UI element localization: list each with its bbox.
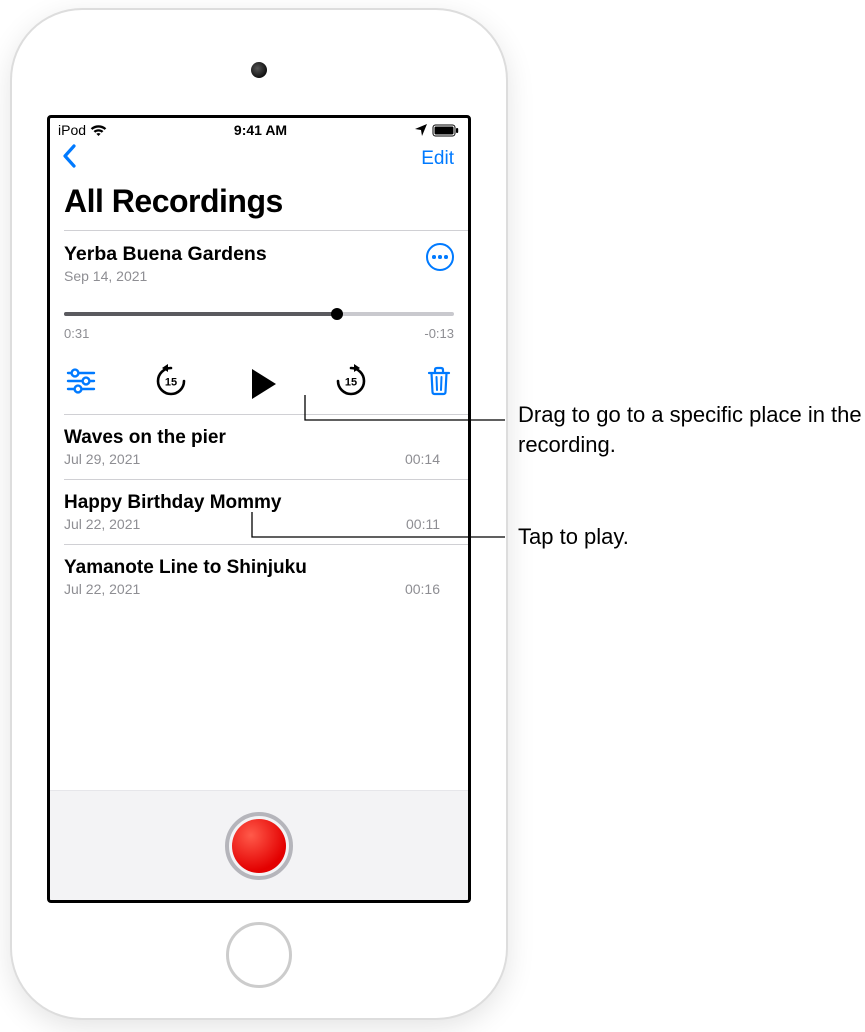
- ipod-device: iPod 9:41 AM Edit All Recordings Yerba B…: [12, 10, 506, 1018]
- callout-play: Tap to play.: [518, 522, 629, 552]
- carrier-label: iPod: [58, 122, 86, 138]
- selected-recording: Yerba Buena Gardens Sep 14, 2021 0:31 -0…: [50, 231, 468, 414]
- recording-title: Waves on the pier: [64, 427, 454, 449]
- record-icon: [232, 819, 286, 873]
- sliders-icon: [66, 368, 96, 394]
- play-button[interactable]: [246, 369, 276, 399]
- screen: iPod 9:41 AM Edit All Recordings Yerba B…: [47, 115, 471, 903]
- skip-forward-button[interactable]: 15: [333, 363, 369, 404]
- recording-duration: 00:11: [406, 516, 440, 532]
- recording-row[interactable]: Happy Birthday Mommy Jul 22, 2021 00:11: [64, 479, 468, 544]
- page-title: All Recordings: [50, 181, 468, 230]
- footer: [50, 790, 468, 900]
- recording-date: Jul 22, 2021: [64, 581, 140, 597]
- skip-forward-15-icon: 15: [333, 363, 369, 399]
- scrubber-fill: [64, 312, 337, 316]
- recording-title: Yamanote Line to Shinjuku: [64, 557, 454, 579]
- recording-row[interactable]: Yamanote Line to Shinjuku Jul 22, 2021 00:…: [64, 544, 468, 609]
- playback-scrubber[interactable]: [64, 306, 454, 322]
- location-icon: [414, 123, 428, 137]
- ellipsis-icon: [432, 255, 436, 259]
- trash-icon: [426, 366, 452, 396]
- record-button[interactable]: [225, 812, 293, 880]
- home-button[interactable]: [226, 922, 292, 988]
- recording-duration: 00:14: [405, 451, 440, 467]
- status-time: 9:41 AM: [234, 122, 287, 138]
- delete-button[interactable]: [426, 366, 452, 401]
- callout-scrubber: Drag to go to a specific place in the re…: [518, 400, 865, 459]
- recording-title: Happy Birthday Mommy: [64, 492, 454, 514]
- options-button[interactable]: [66, 368, 96, 399]
- selected-recording-date: Sep 14, 2021: [64, 268, 267, 284]
- remaining-time: -0:13: [424, 326, 454, 341]
- scrubber-thumb[interactable]: [331, 308, 343, 320]
- svg-text:15: 15: [345, 377, 357, 389]
- wifi-icon: [90, 124, 107, 137]
- play-icon: [252, 369, 276, 399]
- skip-back-15-icon: 15: [153, 363, 189, 399]
- elapsed-time: 0:31: [64, 326, 89, 341]
- more-button[interactable]: [426, 243, 454, 271]
- recording-date: Jul 29, 2021: [64, 451, 140, 467]
- playback-controls: 15 15: [64, 363, 454, 404]
- edit-button[interactable]: Edit: [421, 148, 454, 170]
- svg-text:15: 15: [165, 377, 177, 389]
- status-bar: iPod 9:41 AM: [50, 118, 468, 140]
- recording-duration: 00:16: [405, 581, 440, 597]
- front-camera: [251, 62, 267, 78]
- back-button[interactable]: [62, 144, 76, 173]
- selected-recording-title: Yerba Buena Gardens: [64, 243, 267, 266]
- nav-bar: Edit: [50, 140, 468, 181]
- skip-back-button[interactable]: 15: [153, 363, 189, 404]
- recordings-list: Waves on the pier Jul 29, 2021 00:14 Happy …: [50, 414, 468, 609]
- chevron-left-icon: [62, 144, 76, 168]
- battery-icon: [432, 124, 460, 137]
- recording-date: Jul 22, 2021: [64, 516, 140, 532]
- recording-row[interactable]: Waves on the pier Jul 29, 2021 00:14: [64, 414, 468, 479]
